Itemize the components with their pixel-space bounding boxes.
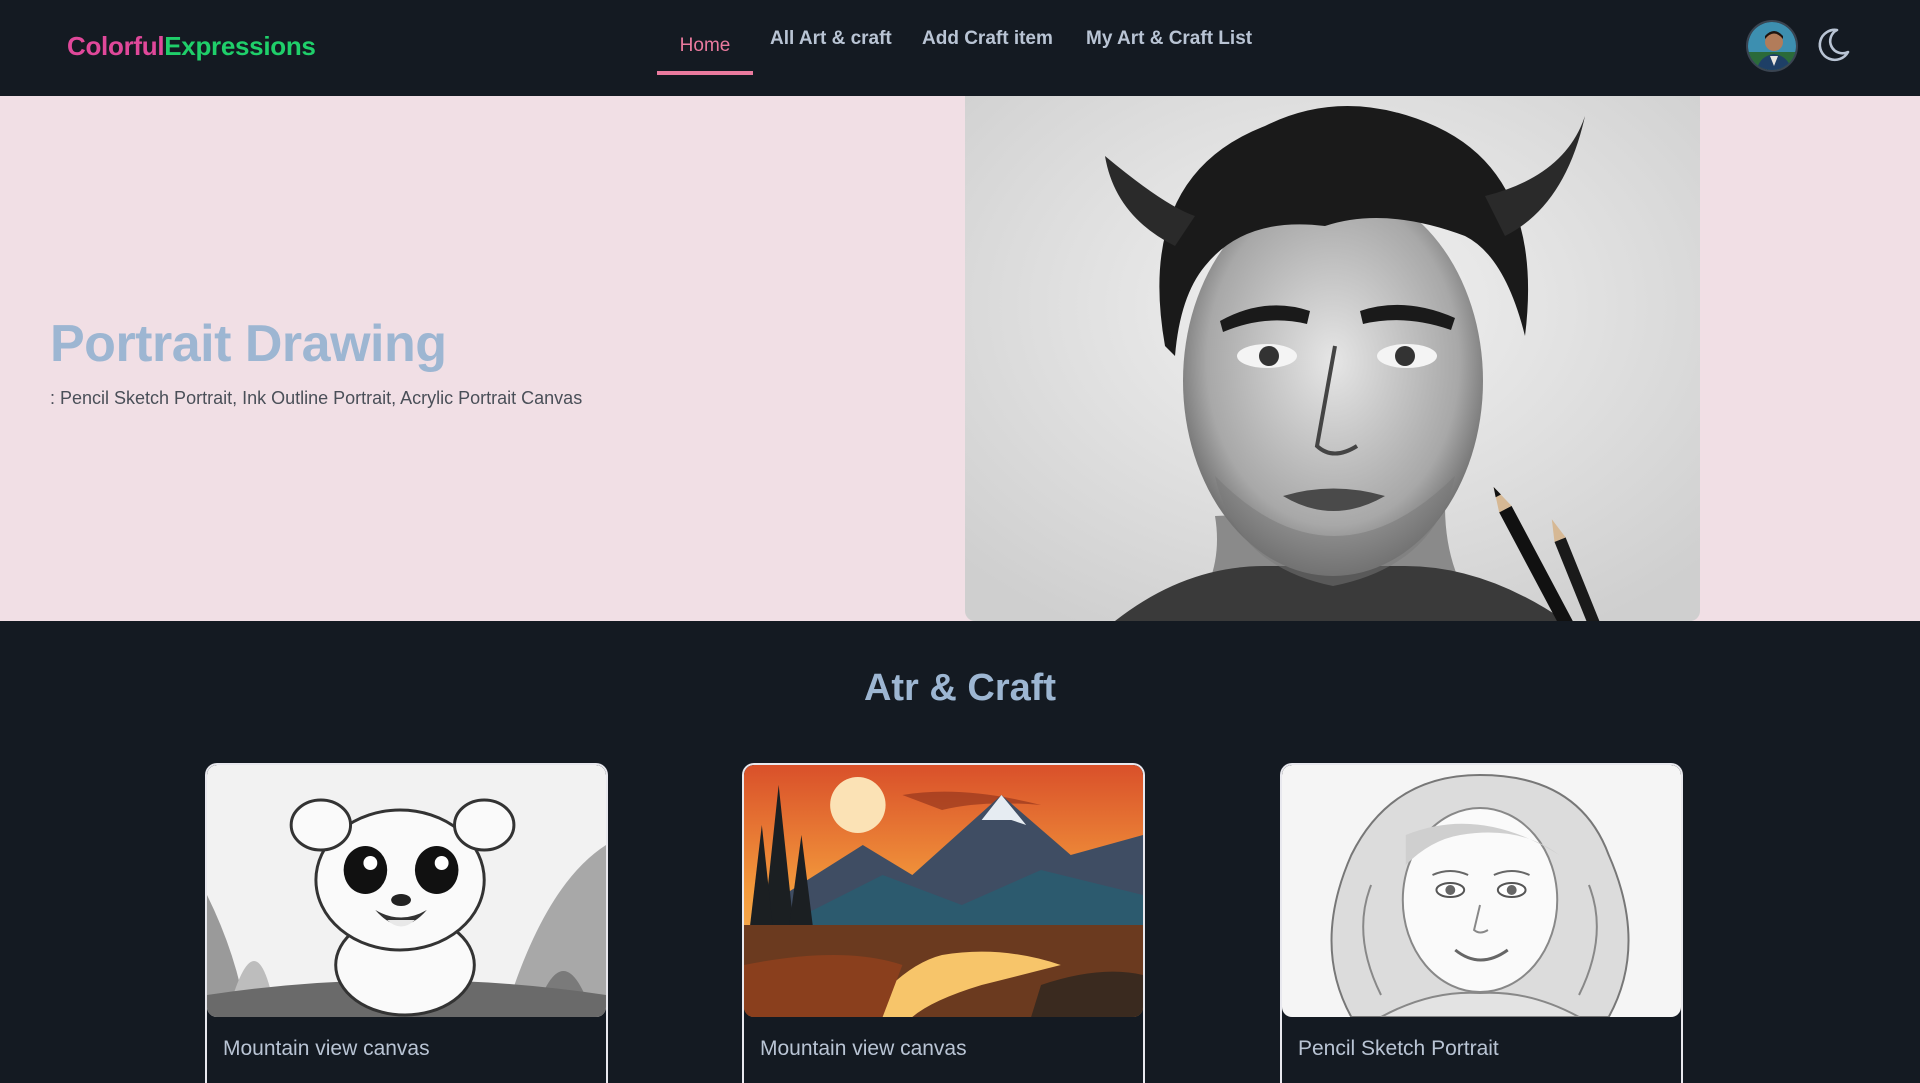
craft-card[interactable]: Mountain view canvas: [205, 763, 608, 1083]
craft-card[interactable]: Pencil Sketch Portrait: [1280, 763, 1683, 1083]
hero-portrait-image: [965, 96, 1700, 621]
brand-part-colorful: Colorful: [67, 31, 165, 61]
craft-card[interactable]: Mountain view canvas: [742, 763, 1145, 1083]
user-avatar[interactable]: [1746, 20, 1798, 72]
nav-link-all-art-craft[interactable]: All Art & craft: [770, 28, 892, 50]
navbar: ColorfulExpressions Home All Art & craft…: [0, 0, 1920, 96]
brand-part-expressions: Expressions: [164, 31, 316, 61]
card-image-lion-cub: [207, 765, 606, 1017]
card-title: Pencil Sketch Portrait: [1298, 1037, 1499, 1060]
card-image-pencil-portrait: [1282, 765, 1681, 1017]
hero-banner: Portrait Drawing : Pencil Sketch Portrai…: [0, 96, 1920, 621]
hero-subtitle: : Pencil Sketch Portrait, Ink Outline Po…: [50, 388, 583, 408]
brand-logo[interactable]: ColorfulExpressions: [67, 31, 316, 62]
dark-mode-toggle-moon-icon[interactable]: [1813, 25, 1853, 65]
card-title: Mountain view canvas: [760, 1037, 967, 1060]
nav-link-home[interactable]: Home: [657, 20, 753, 75]
nav-link-my-art-craft-list[interactable]: My Art & Craft List: [1086, 28, 1252, 50]
card-image-mountain-sunset: [744, 765, 1143, 1017]
hero-title: Portrait Drawing: [50, 315, 447, 373]
nav-link-home-label: Home: [679, 34, 731, 56]
nav-link-add-craft-item[interactable]: Add Craft item: [922, 28, 1053, 50]
section-title: Atr & Craft: [863, 667, 1057, 709]
card-title: Mountain view canvas: [223, 1037, 430, 1060]
